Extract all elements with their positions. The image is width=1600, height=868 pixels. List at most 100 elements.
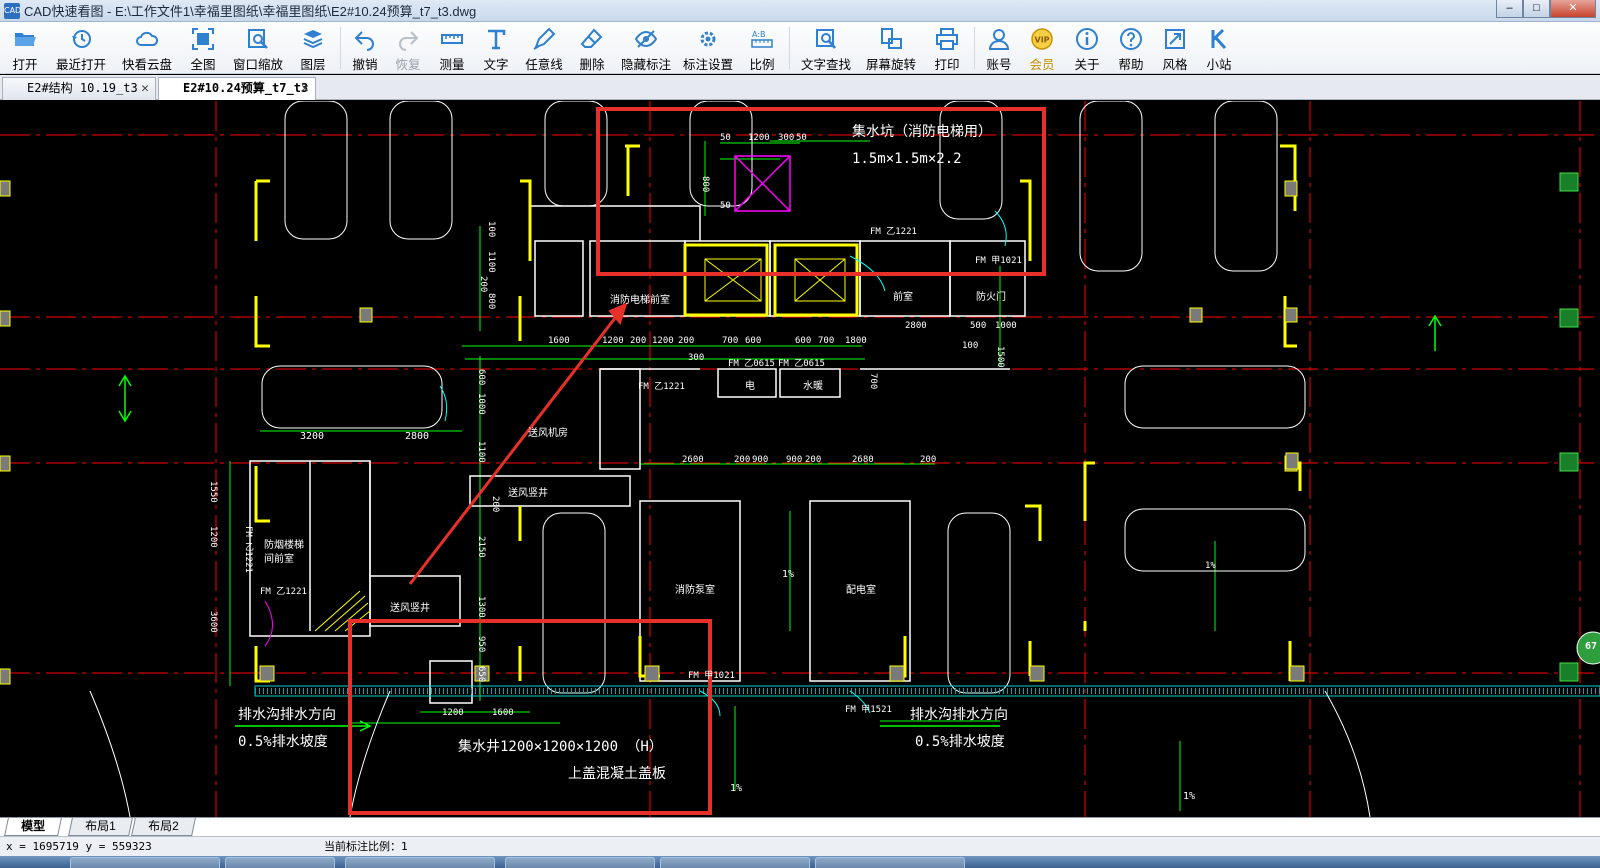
tab-model[interactable]: 模型 <box>4 818 62 836</box>
drain-trench <box>254 685 1600 697</box>
dim-text: 1300 <box>476 596 486 618</box>
dim-text: 900 <box>752 455 769 465</box>
layout-tab-bar: 模型 布局1 布局2 <box>0 817 1600 836</box>
help-icon <box>1119 27 1143 51</box>
well-label: 集水井 <box>458 739 500 755</box>
fit-all-icon <box>191 27 215 51</box>
scale-label: 比例 <box>749 58 775 72</box>
measure-icon <box>440 27 464 51</box>
building-walls <box>249 205 1026 704</box>
room-water: 水暖 <box>803 381 823 392</box>
hide-annotations-button[interactable]: 隐藏标注 <box>615 22 677 72</box>
undo-button[interactable]: 撤销 <box>345 22 385 72</box>
text-search-button[interactable]: 文字查找 <box>794 22 858 72</box>
tab-structure-drawing[interactable]: E2#结构 10.19_t3 ✕ <box>2 77 156 100</box>
taskbar-button[interactable] <box>660 857 810 868</box>
recent-open-button[interactable]: 最近打开 <box>48 22 114 72</box>
column-squares <box>0 180 1305 685</box>
room-front: 前室 <box>893 292 913 303</box>
tab-layout2[interactable]: 布局2 <box>131 818 196 836</box>
taskbar-button[interactable] <box>345 857 495 868</box>
percent-label-b: 1% <box>730 783 743 794</box>
freehand-line-button[interactable]: 任意线 <box>519 22 569 72</box>
taskbar-button[interactable] <box>505 857 655 868</box>
print-button[interactable]: 打印 <box>924 22 970 72</box>
dim-text: 1000 <box>476 393 486 415</box>
slope-left: 0.5%排水坡度 <box>238 734 328 750</box>
tab-label: E2#结构 10.19_t3 <box>27 81 138 95</box>
delete-button[interactable]: 删除 <box>569 22 615 72</box>
text-icon <box>484 27 508 51</box>
layers-button[interactable]: 图层 <box>290 22 336 72</box>
status-bar: x = 1695719 y = 559323 当前标注比例：1 <box>0 836 1600 856</box>
cloud-disk-button[interactable]: 快看云盘 <box>114 22 180 72</box>
style-button[interactable]: 风格 <box>1153 22 1197 72</box>
dim-text: 600 <box>476 369 486 386</box>
eraser-icon <box>580 27 604 51</box>
room-electric: 电 <box>745 381 755 392</box>
annotation-settings-label: 标注设置 <box>682 58 733 72</box>
taskbar-button[interactable] <box>70 857 220 868</box>
tab-layout1[interactable]: 布局1 <box>68 818 133 836</box>
redo-icon <box>396 27 420 51</box>
redo-button[interactable]: 恢复 <box>385 22 431 72</box>
account-button[interactable]: 账号 <box>979 22 1019 72</box>
dim-text: 1550 <box>208 481 218 503</box>
station-button[interactable]: 小站 <box>1197 22 1241 72</box>
tab-label: E2#10.24预算_t7_t3 <box>183 81 309 95</box>
door-label: FM 甲1021 <box>975 256 1022 266</box>
taskbar-button[interactable] <box>815 857 965 868</box>
tab-model-label: 模型 <box>21 819 46 833</box>
screen-rotate-button[interactable]: 屏幕旋转 <box>858 22 924 72</box>
dim-text: 700 <box>722 336 739 346</box>
layers-icon <box>301 27 325 51</box>
dim-text: 1200 <box>602 336 624 346</box>
annotation-settings-button[interactable]: 标注设置 <box>677 22 739 72</box>
maximize-button[interactable]: □ <box>1523 0 1550 18</box>
cover-note: 上盖混凝土盖板 <box>568 766 666 782</box>
slope-right: 0.5%排水坡度 <box>915 734 1005 750</box>
scale-button[interactable]: A:B 比例 <box>739 22 785 72</box>
badge-count: 67 <box>1585 641 1598 652</box>
dim-text: 2800 <box>405 431 430 442</box>
dim-text: 1200 <box>748 133 770 143</box>
pointer-arrow <box>408 308 624 585</box>
svg-text:A:B: A:B <box>752 30 766 39</box>
taskbar-button[interactable] <box>225 857 335 868</box>
minimize-button[interactable]: – <box>1496 0 1523 18</box>
vip-label: 会员 <box>1029 58 1055 72</box>
window-zoom-button[interactable]: 窗口缩放 <box>226 22 290 72</box>
account-label: 账号 <box>986 58 1012 72</box>
close-tab-icon[interactable]: ✕ <box>301 78 309 99</box>
dim-text: 2600 <box>682 455 704 465</box>
dim-text: 1600 <box>492 708 514 718</box>
open-button[interactable]: 打开 <box>2 22 48 72</box>
dim-text: 2680 <box>852 455 874 465</box>
screen-rotate-icon <box>879 27 903 51</box>
door-label: FM 乙0615 <box>728 359 775 369</box>
text-button[interactable]: 文字 <box>473 22 519 72</box>
door-label: FM 甲1521 <box>845 705 892 715</box>
about-button[interactable]: 关于 <box>1065 22 1109 72</box>
door-label: FM 甲1021 <box>688 671 735 681</box>
measure-button[interactable]: 测量 <box>431 22 473 72</box>
fit-all-button[interactable]: 全图 <box>180 22 226 72</box>
close-window-button[interactable]: ✕ <box>1550 0 1596 18</box>
sump-size: 1.5m×1.5m×2.2 <box>852 151 962 167</box>
door-label: FM 乙1221 <box>870 227 917 237</box>
room-fire-elevator-hall: 消防电梯前室 <box>610 295 670 306</box>
drawing-canvas[interactable]: 集水坑（消防电梯用） 1.5m×1.5m×2.2 集水井 1200×1200×1… <box>0 101 1600 817</box>
sump-title: 集水坑（消防电梯用） <box>852 124 992 140</box>
dim-text: 700 <box>818 336 835 346</box>
vip-button[interactable]: VIP 会员 <box>1019 22 1065 72</box>
dim-text: 200 <box>490 496 500 513</box>
layers-label: 图层 <box>300 58 326 72</box>
eye-hide-icon <box>634 27 658 51</box>
app-logo-icon: CAD <box>4 2 21 19</box>
door-label: FM 乙1221 <box>243 526 253 573</box>
tab-budget-drawing[interactable]: E2#10.24预算_t7_t3 ✕ <box>158 77 316 100</box>
close-tab-icon[interactable]: ✕ <box>141 78 149 99</box>
help-button[interactable]: 帮助 <box>1109 22 1153 72</box>
door-label: FM 乙1221 <box>638 382 685 392</box>
dim-text: 950 <box>476 636 486 653</box>
